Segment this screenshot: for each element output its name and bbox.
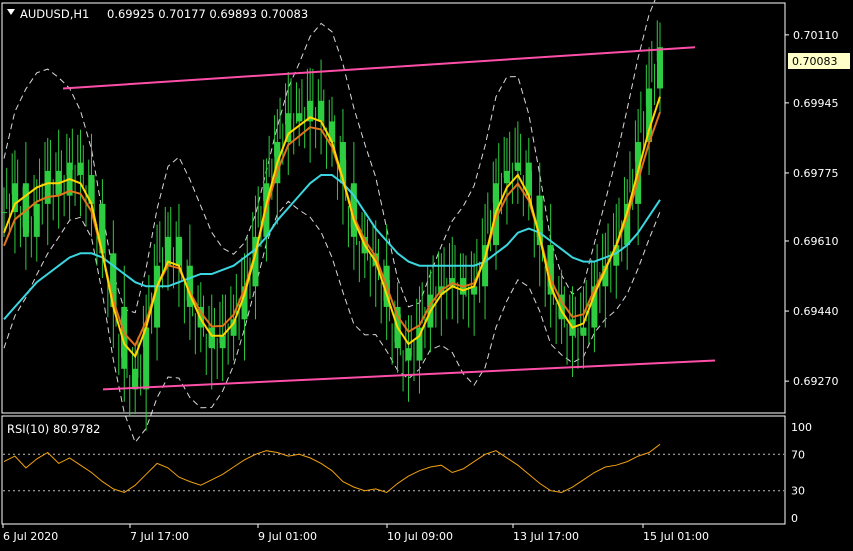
rsi-axis-label: 0 bbox=[791, 512, 798, 525]
rsi-axis-label: 30 bbox=[791, 485, 805, 498]
current-price-tag: 0.70083 bbox=[788, 53, 850, 69]
rsi-label: RSI(10) 80.9782 bbox=[7, 422, 101, 436]
current-price-text: 0.70083 bbox=[792, 55, 838, 68]
candle-body bbox=[175, 236, 182, 266]
candle-body bbox=[318, 100, 325, 122]
candle-body bbox=[208, 327, 215, 349]
candle-body bbox=[296, 113, 303, 122]
candle-body bbox=[514, 162, 521, 171]
candle-body bbox=[405, 348, 412, 361]
time-axis-label: 13 Jul 17:00 bbox=[513, 530, 579, 543]
price-axis-label: 0.69610 bbox=[793, 235, 839, 248]
candle-body bbox=[143, 327, 150, 390]
candle-body bbox=[219, 335, 226, 349]
chart-background bbox=[0, 0, 853, 547]
time-axis-label: 7 Jul 17:00 bbox=[130, 530, 189, 543]
candle-body bbox=[44, 170, 51, 204]
candle-body bbox=[77, 162, 84, 176]
price-axis-label: 0.69775 bbox=[793, 167, 839, 180]
symbol-label: AUDUSD,H1 bbox=[20, 7, 89, 21]
candle-body bbox=[132, 368, 139, 390]
price-axis-label: 0.69440 bbox=[793, 305, 839, 318]
ohlc-values: 0.69925 0.70177 0.69893 0.70083 bbox=[107, 7, 308, 21]
price-axis-label: 0.70110 bbox=[793, 29, 839, 42]
trading-chart[interactable]: AUDUSD,H1 0.69925 0.70177 0.69893 0.7008… bbox=[0, 0, 853, 551]
candle-body bbox=[1, 212, 7, 214]
time-axis-label: 9 Jul 01:00 bbox=[258, 530, 317, 543]
candle-body bbox=[33, 203, 40, 237]
candle-body bbox=[657, 47, 663, 89]
rsi-axis-label: 70 bbox=[791, 448, 805, 461]
price-axis-label: 0.69270 bbox=[793, 375, 839, 388]
rsi-axis-label: 100 bbox=[791, 421, 812, 434]
candle-body bbox=[503, 170, 510, 184]
candle-body bbox=[580, 327, 587, 336]
price-axis-label: 0.69945 bbox=[793, 97, 839, 110]
time-axis-label: 6 Jul 2020 bbox=[3, 530, 58, 543]
time-axis-label: 15 Jul 01:00 bbox=[643, 530, 709, 543]
time-axis-label: 10 Jul 09:00 bbox=[387, 530, 453, 543]
